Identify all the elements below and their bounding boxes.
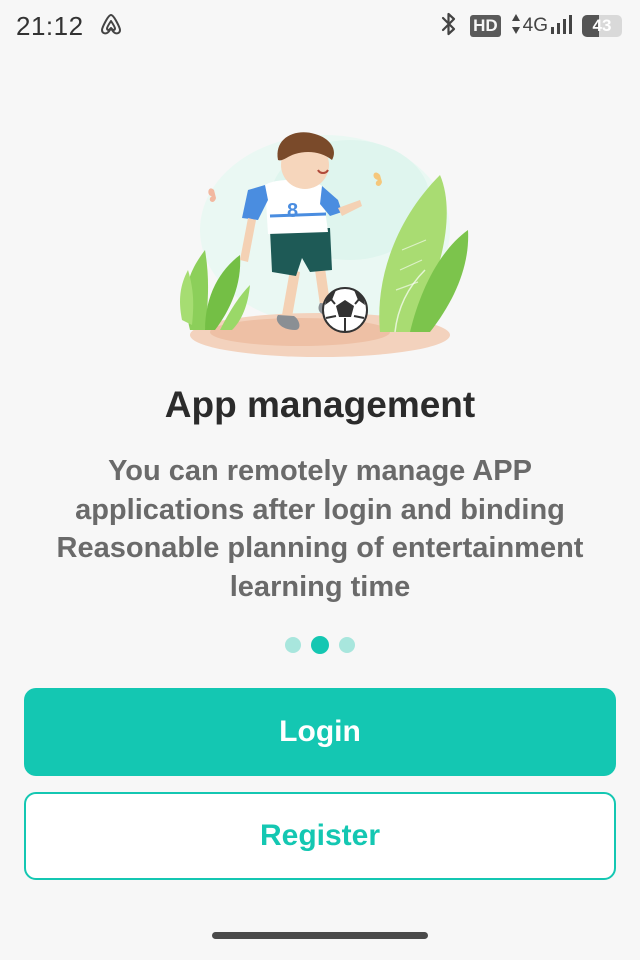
status-bar-right: HD 4G 43 (438, 11, 622, 42)
boy-playing-soccer-illustration: 8 (170, 120, 480, 370)
page-dot-active (311, 636, 329, 654)
status-bar: 21:12 HD 4G 43 (0, 0, 640, 52)
register-button[interactable]: Register (24, 792, 616, 880)
description-line: Reasonable planning of entertainment (56, 532, 584, 564)
status-time: 21:12 (16, 10, 84, 41)
app-notification-icon (98, 12, 124, 41)
home-indicator[interactable] (212, 932, 428, 939)
page-title: App management (164, 384, 476, 425)
signal-icon (550, 13, 572, 40)
page-dot (285, 637, 301, 653)
battery-level: 43 (592, 16, 612, 35)
battery-icon: 43 (582, 15, 622, 37)
description-line: You can remotely manage APP (108, 455, 532, 487)
status-bar-left: 21:12 (16, 11, 124, 42)
jersey-number: 8 (287, 200, 298, 222)
page-description: You can remotely manage APP applications… (30, 452, 610, 606)
network-indicator: 4G (511, 13, 572, 40)
battery-indicator: 43 (582, 15, 622, 37)
description-line: applications after login and binding (75, 493, 565, 526)
network-type: 4G (522, 15, 548, 36)
data-arrows-icon (511, 13, 521, 40)
description-line: learning time (229, 570, 411, 603)
page-indicator (0, 636, 640, 654)
hd-icon: HD (470, 15, 501, 37)
page-dot (339, 637, 355, 653)
login-button[interactable]: Login (24, 688, 616, 776)
bluetooth-icon (438, 11, 460, 42)
onboarding-screen: 21:12 HD 4G 43 8 App management You can … (0, 0, 640, 960)
